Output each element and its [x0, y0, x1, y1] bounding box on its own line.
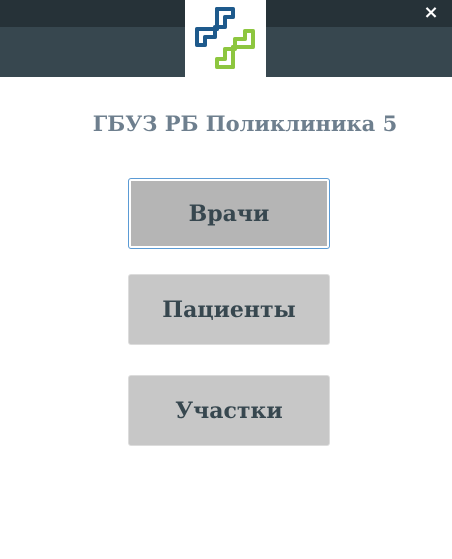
districts-button-label: Участки [175, 397, 283, 424]
doctors-button-label: Врачи [188, 200, 270, 227]
districts-button[interactable]: Участки [128, 375, 330, 446]
logo [185, 0, 266, 77]
doctors-button[interactable]: Врачи [128, 178, 330, 249]
title-bar[interactable]: × [0, 0, 452, 77]
close-icon: × [423, 2, 439, 23]
close-button[interactable]: × [420, 2, 442, 24]
page-title: ГБУЗ РБ Поликлиника 5 [92, 111, 398, 136]
patients-button[interactable]: Пациенты [128, 274, 330, 345]
app-window: × ГБУЗ РБ Поликлиника 5 Врачи Пациенты У… [0, 0, 452, 559]
medical-cross-logo-icon [195, 7, 255, 69]
patients-button-label: Пациенты [162, 296, 296, 323]
